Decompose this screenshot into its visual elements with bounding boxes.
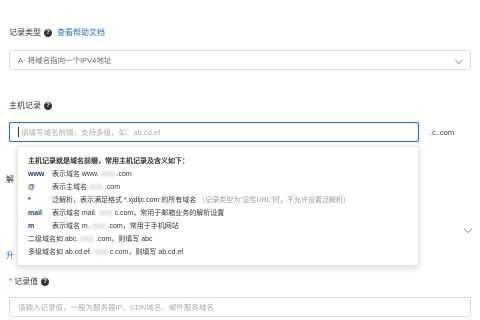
hidden-link-fragment[interactable]: 升 xyxy=(6,250,14,261)
tooltip-text: 表示域名 mail. xyxy=(51,210,97,217)
list-item: 多级域名如 ab.cd.ef. c.com，则填写 ab.cd.ef xyxy=(28,247,183,257)
redacted-mark xyxy=(91,223,106,230)
record-value-placeholder: 请输入记录值，一般为服务器IP、CDN域名、邮件服务域名 xyxy=(18,302,214,312)
list-item: www 表示域名 www. .com xyxy=(28,169,132,179)
host-record-tooltip: 主机记录就是域名前缀，常用主机记录及含义如下： www 表示域名 www. .c… xyxy=(17,146,419,266)
tooltip-text: 二级域名如 abc. xyxy=(28,236,79,243)
tooltip-key: mail xyxy=(28,210,43,217)
record-value-label: 记录值 xyxy=(14,277,39,286)
host-record-label: 主机记录 xyxy=(9,101,41,110)
tooltip-text: 多级域名如 ab.cd.ef. xyxy=(28,249,92,256)
list-item: 二级域名如 abc. .com，则填写 abc xyxy=(28,234,153,244)
help-icon[interactable]: ? xyxy=(44,101,52,110)
chevron-down-icon xyxy=(463,224,473,234)
chevron-down-icon xyxy=(454,55,464,65)
host-record-label-row: 主机记录 ? xyxy=(9,100,52,111)
record-type-label: 记录类型 xyxy=(9,28,41,37)
redacted-mark xyxy=(80,236,95,243)
host-record-placeholder: 请填写域名前缀，支持多级，如：ab.cd.ef xyxy=(21,127,161,137)
tooltip-key: m xyxy=(28,223,35,230)
tooltip-note: （记录类型为“显性URL”时，不允许设置泛解析） xyxy=(198,197,350,204)
record-type-select[interactable]: A- 将域名指向一个IPV4地址 xyxy=(9,50,471,70)
domain-suffix: .c..com xyxy=(430,128,455,137)
tooltip-title: 主机记录就是域名前缀，常用主机记录及含义如下： xyxy=(28,158,189,165)
record-value-label-row: * 记录值 ? xyxy=(9,276,50,287)
tooltip-text: 泛解析，表示满足格式 *.xjdljc.com 的所有域名 xyxy=(51,197,197,204)
tooltip-tail: .com，常用于手机网站 xyxy=(107,223,179,230)
redacted-mark xyxy=(98,210,113,217)
tooltip-tail: c.com，常用于邮箱业务的解析设置 xyxy=(114,210,225,217)
redacted-mark xyxy=(88,184,103,191)
list-item: mail 表示域名 mail. c.com，常用于邮箱业务的解析设置 xyxy=(28,208,224,218)
list-item: m 表示域名 m. .com，常用于手机网站 xyxy=(28,221,179,231)
list-item: @ 表示主域名 .com xyxy=(28,182,120,192)
tooltip-tail: .com xyxy=(116,171,132,178)
record-type-selected: A- 将域名指向一个IPV4地址 xyxy=(18,55,112,65)
required-mark: * xyxy=(9,277,13,286)
help-icon[interactable]: ? xyxy=(41,277,50,286)
host-record-input[interactable]: 请填写域名前缀，支持多级，如：ab.cd.ef xyxy=(9,122,419,142)
help-icon[interactable]: ? xyxy=(44,28,52,37)
list-item: * 泛解析，表示满足格式 *.xjdljc.com 的所有域名 （记录类型为“显… xyxy=(28,195,350,205)
record-type-label-row: 记录类型 ? 查看帮助文档 xyxy=(9,27,105,38)
help-doc-link[interactable]: 查看帮助文档 xyxy=(57,27,105,38)
tooltip-tail: .com，则填写 abc xyxy=(96,236,153,243)
hidden-label-fragment: 解 xyxy=(6,175,14,184)
redacted-mark xyxy=(93,249,108,256)
tooltip-tail: .com xyxy=(104,184,121,191)
text-caret xyxy=(18,127,19,137)
tooltip-text: 表示域名 www. xyxy=(51,171,99,178)
record-value-input[interactable]: 请输入记录值，一般为服务器IP、CDN域名、邮件服务域名 xyxy=(9,297,471,317)
redacted-mark xyxy=(100,171,115,178)
tooltip-tail: c.com，则填写 ab.cd.ef xyxy=(109,249,184,256)
tooltip-key: * xyxy=(28,197,31,204)
tooltip-text: 表示主域名 xyxy=(51,184,87,191)
tooltip-key: www xyxy=(28,171,45,178)
tooltip-text: 表示域名 m. xyxy=(51,223,90,230)
tooltip-key: @ xyxy=(28,184,35,191)
